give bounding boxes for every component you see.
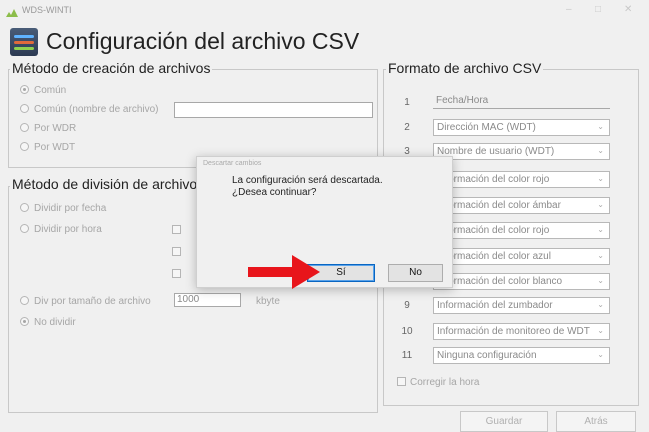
format-select-5[interactable]: Información del color ámbar ⌄	[433, 197, 610, 214]
format-field-1: Fecha/Hora	[433, 95, 610, 109]
chevron-down-icon: ⌄	[597, 251, 604, 260]
select-value: Dirección MAC (WDT)	[437, 122, 536, 133]
chevron-down-icon: ⌄	[597, 300, 604, 309]
window-title: WDS-WINTI	[22, 5, 72, 15]
radio-label: Dividir por hora	[34, 224, 102, 235]
dialog-message-line-1: La configuración será descartada.	[232, 175, 383, 186]
radio-divide-by-size[interactable]: Div por tamaño de archivo	[20, 296, 151, 307]
row-number: 11	[401, 350, 413, 361]
select-value: Ninguna configuración	[437, 350, 537, 361]
radio-common[interactable]: Común	[20, 85, 66, 96]
radio-label: Común (nombre de archivo)	[34, 104, 159, 115]
radio-indicator	[20, 142, 29, 151]
select-value: Información del color rojo	[437, 174, 550, 185]
select-value: Información del color blanco	[437, 276, 563, 287]
format-select-8[interactable]: Información del color blanco ⌄	[433, 273, 610, 290]
dialog-message: La configuración será descartada. ¿Desea…	[232, 175, 383, 199]
radio-indicator	[20, 296, 29, 305]
row-number: 2	[404, 122, 410, 133]
chevron-down-icon: ⌄	[597, 276, 604, 285]
file-size-unit: kbyte	[256, 296, 280, 307]
hour-checkbox-3[interactable]	[172, 269, 181, 278]
filename-input[interactable]	[174, 102, 373, 118]
app-icon	[6, 5, 18, 17]
chevron-down-icon: ⌄	[597, 200, 604, 209]
select-value: Información del color ámbar	[437, 200, 561, 211]
division-method-title: Método de división de archivos	[10, 176, 207, 192]
format-select-7[interactable]: Información del color azul ⌄	[433, 248, 610, 265]
format-select-4[interactable]: Información del color rojo ⌄	[433, 171, 610, 188]
close-button[interactable]: ✕	[624, 4, 632, 15]
checkbox-indicator	[397, 377, 406, 386]
radio-label: No dividir	[34, 317, 76, 328]
radio-label: Por WDT	[34, 142, 76, 153]
hour-checkbox-2[interactable]	[172, 247, 181, 256]
radio-label: Común	[34, 85, 67, 96]
select-value: Información del color rojo	[437, 225, 550, 236]
creation-method-group	[8, 69, 378, 168]
no-button[interactable]: No	[388, 264, 443, 282]
radio-indicator	[20, 224, 29, 233]
checkbox-label: Corregir la hora	[410, 377, 480, 388]
save-button[interactable]: Guardar	[460, 411, 548, 432]
back-button[interactable]: Atrás	[556, 411, 636, 432]
radio-label: Dividir por fecha	[34, 203, 107, 214]
file-size-input[interactable]: 1000	[174, 293, 241, 307]
select-value: Información del zumbador	[437, 300, 553, 311]
select-value: Información de monitoreo de WDT	[437, 326, 590, 337]
chevron-down-icon: ⌄	[597, 146, 604, 155]
csv-settings-icon	[10, 28, 38, 56]
radio-indicator	[20, 104, 29, 113]
csv-format-title: Formato de archivo CSV	[386, 60, 544, 76]
format-select-10[interactable]: Información de monitoreo de WDT ⌄	[433, 323, 610, 340]
hour-checkbox-1[interactable]	[172, 225, 181, 234]
page-title: Configuración del archivo CSV	[46, 28, 360, 54]
format-select-11[interactable]: Ninguna configuración ⌄	[433, 347, 610, 364]
chevron-down-icon: ⌄	[597, 225, 604, 234]
radio-divide-by-date[interactable]: Dividir por fecha	[20, 203, 106, 214]
radio-indicator	[20, 123, 29, 132]
select-value: Nombre de usuario (WDT)	[437, 146, 555, 157]
radio-indicator	[20, 85, 29, 94]
radio-label: Div por tamaño de archivo	[34, 296, 151, 307]
radio-common-filename[interactable]: Común (nombre de archivo)	[20, 104, 159, 115]
dialog-title: Descartar cambios	[203, 160, 262, 167]
radio-divide-by-hour[interactable]: Dividir por hora	[20, 224, 102, 235]
chevron-down-icon: ⌄	[597, 326, 604, 335]
format-select-9[interactable]: Información del zumbador ⌄	[433, 297, 610, 314]
minimize-button[interactable]: –	[566, 4, 572, 15]
radio-by-wdt[interactable]: Por WDT	[20, 142, 75, 153]
red-arrow-icon	[248, 255, 320, 289]
select-value: Información del color azul	[437, 251, 551, 262]
radio-indicator	[20, 317, 29, 326]
radio-no-divide[interactable]: No dividir	[20, 317, 76, 328]
radio-by-wdr[interactable]: Por WDR	[20, 123, 76, 134]
dialog-message-line-2: ¿Desea continuar?	[232, 187, 317, 198]
format-select-2[interactable]: Dirección MAC (WDT) ⌄	[433, 119, 610, 136]
chevron-down-icon: ⌄	[597, 122, 604, 131]
row-number: 9	[404, 300, 410, 311]
correct-time-checkbox[interactable]: Corregir la hora	[397, 377, 479, 388]
format-select-3[interactable]: Nombre de usuario (WDT) ⌄	[433, 143, 610, 160]
maximize-button[interactable]: □	[595, 4, 601, 15]
format-select-6[interactable]: Información del color rojo ⌄	[433, 222, 610, 239]
radio-indicator	[20, 203, 29, 212]
row-number: 1	[404, 97, 410, 108]
chevron-down-icon: ⌄	[597, 174, 604, 183]
chevron-down-icon: ⌄	[597, 350, 604, 359]
radio-label: Por WDR	[34, 123, 77, 134]
row-number: 10	[401, 326, 413, 337]
creation-method-title: Método de creación de archivos	[10, 60, 213, 76]
